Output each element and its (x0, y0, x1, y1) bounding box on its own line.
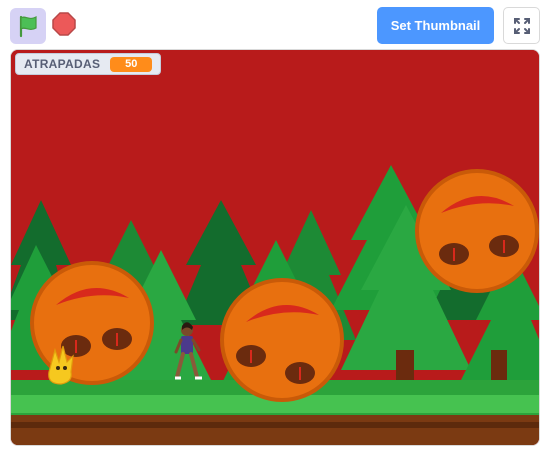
player-toolbar: Set Thumbnail (0, 0, 551, 50)
variable-monitor[interactable]: ATRAPADAS 50 (15, 53, 162, 75)
set-thumbnail-button[interactable]: Set Thumbnail (377, 7, 494, 44)
fullscreen-icon (513, 17, 530, 34)
stop-button[interactable] (51, 9, 77, 39)
stop-icon (52, 12, 76, 36)
ball-sprite[interactable] (220, 278, 344, 402)
stage[interactable]: ATRAPADAS 50 (10, 49, 540, 446)
ball-sprite[interactable] (415, 169, 539, 293)
project-player: Set Thumbnail ATRAPADAS 50 (0, 0, 551, 458)
variable-monitor-label: ATRAPADAS (24, 57, 101, 71)
sprites-layer (30, 169, 539, 402)
green-flag-button[interactable] (10, 8, 46, 44)
green-flag-icon (19, 15, 37, 38)
fullscreen-button[interactable] (503, 7, 540, 44)
ball-sprite[interactable] (30, 261, 154, 385)
variable-monitor-value: 50 (110, 56, 153, 72)
person-sprite[interactable] (174, 322, 202, 380)
